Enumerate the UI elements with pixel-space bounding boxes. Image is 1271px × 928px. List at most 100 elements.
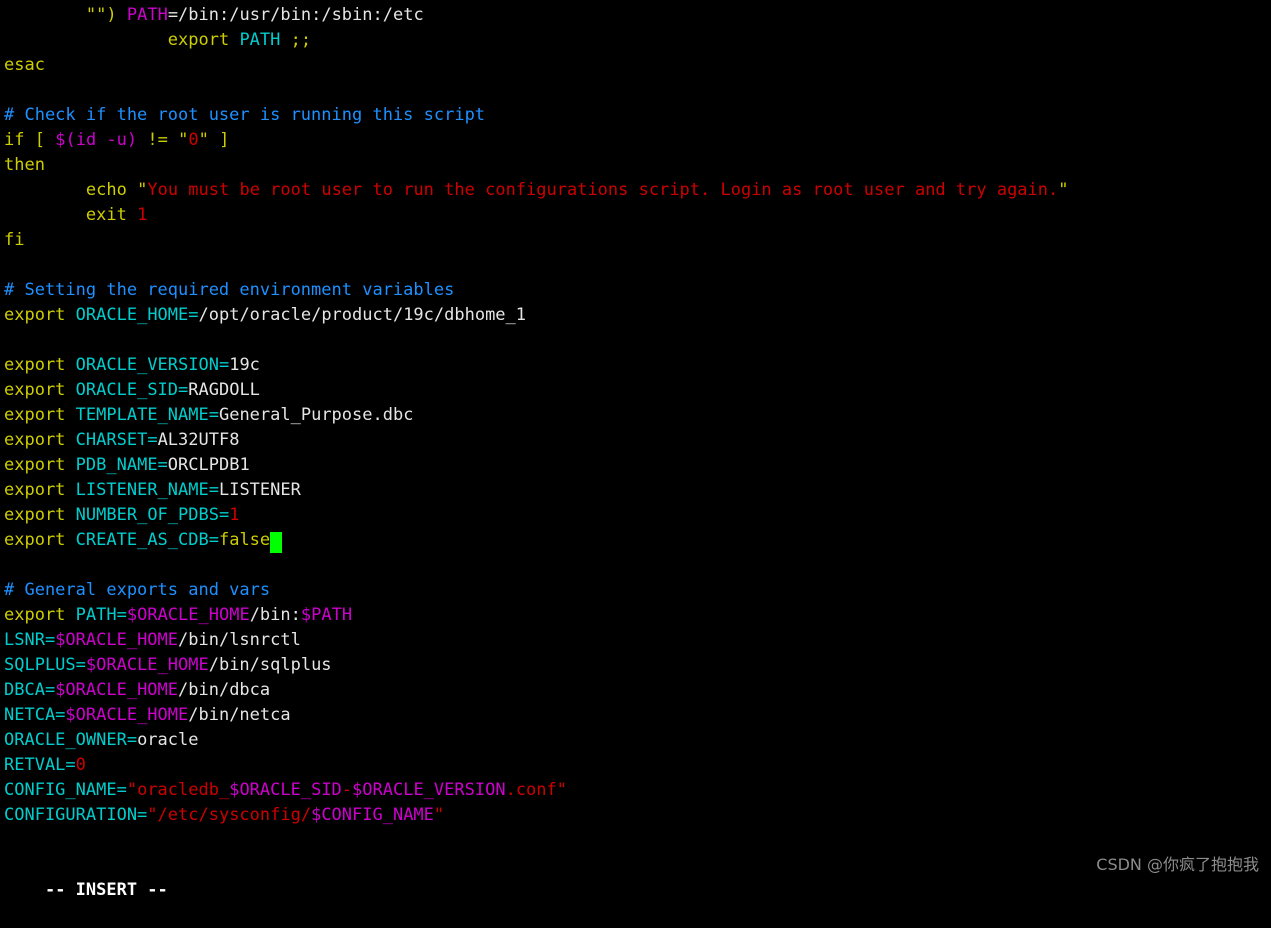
- code-line[interactable]: echo "You must be root user to run the c…: [0, 178, 1271, 203]
- code-token: export: [4, 455, 66, 475]
- code-token: =/bin:/usr/bin:/sbin:/etc: [167, 5, 424, 25]
- csdn-watermark: CSDN @你疯了抱抱我: [1096, 855, 1259, 874]
- code-line[interactable]: then: [0, 153, 1271, 178]
- code-token: export: [4, 530, 66, 550]
- code-token: /bin/netca: [188, 705, 291, 725]
- code-token: "": [85, 5, 107, 25]
- code-token: fi: [4, 230, 25, 250]
- code-line[interactable]: "") PATH=/bin:/usr/bin:/sbin:/etc: [0, 3, 1271, 28]
- code-line[interactable]: exit 1: [0, 203, 1271, 228]
- code-line[interactable]: NETCA=$ORACLE_HOME/bin/netca: [0, 703, 1271, 728]
- code-line[interactable]: # Setting the required environment varia…: [0, 278, 1271, 303]
- code-line[interactable]: export ORACLE_SID=RAGDOLL: [0, 378, 1271, 403]
- code-token: 1: [137, 205, 148, 225]
- vim-mode-indicator: -- INSERT --: [44, 880, 168, 900]
- code-token: echo: [85, 180, 127, 200]
- code-token: CREATE_AS_CDB=: [75, 530, 219, 550]
- code-line[interactable]: export PDB_NAME=ORCLPDB1: [0, 453, 1271, 478]
- code-token: $ORACLE_SID: [229, 780, 342, 800]
- code-line[interactable]: export TEMPLATE_NAME=General_Purpose.dbc: [0, 403, 1271, 428]
- code-token: CONFIG_NAME=: [4, 780, 127, 800]
- code-token: /opt/oracle/product/19c/dbhome_1: [198, 305, 527, 325]
- code-token: $PATH: [300, 605, 353, 625]
- code-line[interactable]: export LISTENER_NAME=LISTENER: [0, 478, 1271, 503]
- code-line[interactable]: [0, 78, 1271, 103]
- code-token: false: [218, 530, 271, 550]
- code-line[interactable]: export CHARSET=AL32UTF8: [0, 428, 1271, 453]
- code-token: /bin/dbca: [178, 680, 271, 700]
- code-token: $ORACLE_HOME: [55, 630, 179, 650]
- code-token: oracle: [137, 730, 199, 750]
- code-line[interactable]: export CREATE_AS_CDB=false: [0, 528, 1271, 553]
- code-line[interactable]: [0, 328, 1271, 353]
- code-token: if: [4, 130, 25, 150]
- code-line[interactable]: if [ $(id -u) != "0" ]: [0, 128, 1271, 153]
- code-token: export: [4, 605, 66, 625]
- code-line[interactable]: export PATH ;;: [0, 28, 1271, 53]
- code-token: export: [4, 405, 66, 425]
- code-token: CHARSET=: [75, 430, 158, 450]
- vim-text-buffer[interactable]: "") PATH=/bin:/usr/bin:/sbin:/etc export…: [0, 0, 1271, 828]
- code-token: $ORACLE_HOME: [126, 605, 250, 625]
- code-token: ORACLE_SID=: [75, 380, 189, 400]
- code-line[interactable]: # General exports and vars: [0, 578, 1271, 603]
- code-token: ORCLPDB1: [167, 455, 250, 475]
- code-line[interactable]: [0, 253, 1271, 278]
- code-line[interactable]: SQLPLUS=$ORACLE_HOME/bin/sqlplus: [0, 653, 1271, 678]
- code-line[interactable]: export NUMBER_OF_PDBS=1: [0, 503, 1271, 528]
- code-line[interactable]: # Check if the root user is running this…: [0, 103, 1271, 128]
- code-line[interactable]: export PATH=$ORACLE_HOME/bin:$PATH: [0, 603, 1271, 628]
- code-line[interactable]: CONFIG_NAME="oracledb_$ORACLE_SID-$ORACL…: [0, 778, 1271, 803]
- code-line[interactable]: [0, 553, 1271, 578]
- vim-terminal-window[interactable]: "") PATH=/bin:/usr/bin:/sbin:/etc export…: [0, 0, 1271, 900]
- code-line[interactable]: export ORACLE_HOME=/opt/oracle/product/1…: [0, 303, 1271, 328]
- code-token: RAGDOLL: [188, 380, 260, 400]
- code-token: NUMBER_OF_PDBS=: [75, 505, 230, 525]
- code-token: esac: [4, 55, 45, 75]
- code-line[interactable]: LSNR=$ORACLE_HOME/bin/lsnrctl: [0, 628, 1271, 653]
- code-line[interactable]: CONFIGURATION="/etc/sysconfig/$CONFIG_NA…: [0, 803, 1271, 828]
- code-token: export: [167, 30, 230, 50]
- code-token: NETCA=: [4, 705, 66, 725]
- code-token: ": [137, 180, 148, 200]
- code-token: 1: [229, 505, 240, 525]
- code-token: /bin:: [249, 605, 301, 625]
- code-token: export: [4, 480, 66, 500]
- code-token: You must be root user to run the configu…: [147, 180, 1059, 200]
- code-token: ": [126, 780, 138, 800]
- code-line[interactable]: DBCA=$ORACLE_HOME/bin/dbca: [0, 678, 1271, 703]
- code-token: /etc/sysconfig/: [157, 805, 312, 825]
- code-line[interactable]: export ORACLE_VERSION=19c: [0, 353, 1271, 378]
- code-token: ]: [219, 130, 230, 150]
- code-token: /bin/lsnrctl: [178, 630, 301, 650]
- code-token: $(id -u): [55, 130, 138, 150]
- code-token: AL32UTF8: [157, 430, 240, 450]
- code-token: CONFIGURATION=: [4, 805, 148, 825]
- code-token: PATH: [239, 30, 281, 50]
- code-line[interactable]: fi: [0, 228, 1271, 253]
- code-token: LISTENER: [218, 480, 301, 500]
- code-token: ": [198, 130, 209, 150]
- code-line[interactable]: RETVAL=0: [0, 753, 1271, 778]
- code-line[interactable]: ORACLE_OWNER=oracle: [0, 728, 1271, 753]
- code-token: export: [4, 355, 66, 375]
- code-token: ": [147, 805, 158, 825]
- code-token: PATH=: [75, 605, 127, 625]
- code-line[interactable]: esac: [0, 53, 1271, 78]
- code-token: export: [4, 305, 66, 325]
